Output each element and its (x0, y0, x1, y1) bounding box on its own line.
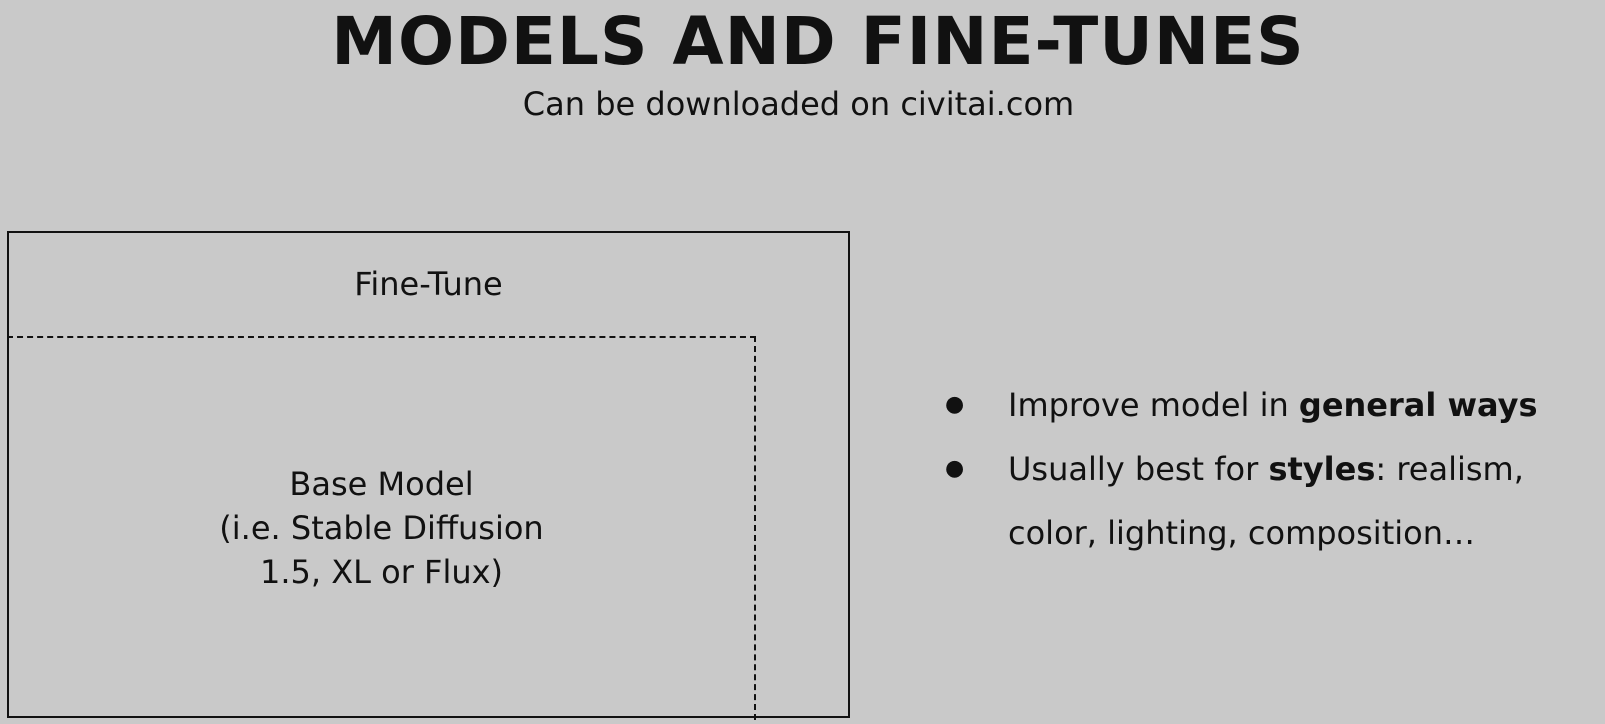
slide-subtitle: Can be downloaded on civitai.com (522, 85, 1075, 123)
bullet-2-prefix: Usually best for (1008, 450, 1269, 488)
bullet-1-prefix: Improve model in (1008, 386, 1299, 424)
bullet-1-bold: general ways (1298, 386, 1538, 424)
bullet-continuation: color, lighting, composition… (945, 501, 1600, 565)
bullet-dot-icon: ● (945, 392, 965, 417)
bullet-list: ● Improve model in general ways ● Usuall… (945, 373, 1600, 565)
bullet-item: ● Usually best for styles: realism, (945, 437, 1600, 501)
bullet-2-continuation: color, lighting, composition… (1008, 514, 1475, 552)
fine-tune-label: Fine-Tune (354, 265, 503, 303)
bullet-2-suffix: : realism, (1375, 450, 1524, 488)
base-model-label-line-3: 1.5, XL or Flux) (259, 553, 504, 591)
base-model-label-line-2: (i.e. Stable Diffusion (219, 509, 544, 547)
base-model-label-line-1: Base Model (289, 465, 474, 503)
bullet-dot-icon: ● (945, 456, 965, 481)
bullet-2-bold: styles (1268, 450, 1376, 488)
bullet-item: ● Improve model in general ways (945, 373, 1600, 437)
base-model-label: Base Model (i.e. Stable Diffusion 1.5, X… (7, 462, 756, 594)
slide-title: MODELS AND FINE-TUNES (331, 3, 1305, 80)
